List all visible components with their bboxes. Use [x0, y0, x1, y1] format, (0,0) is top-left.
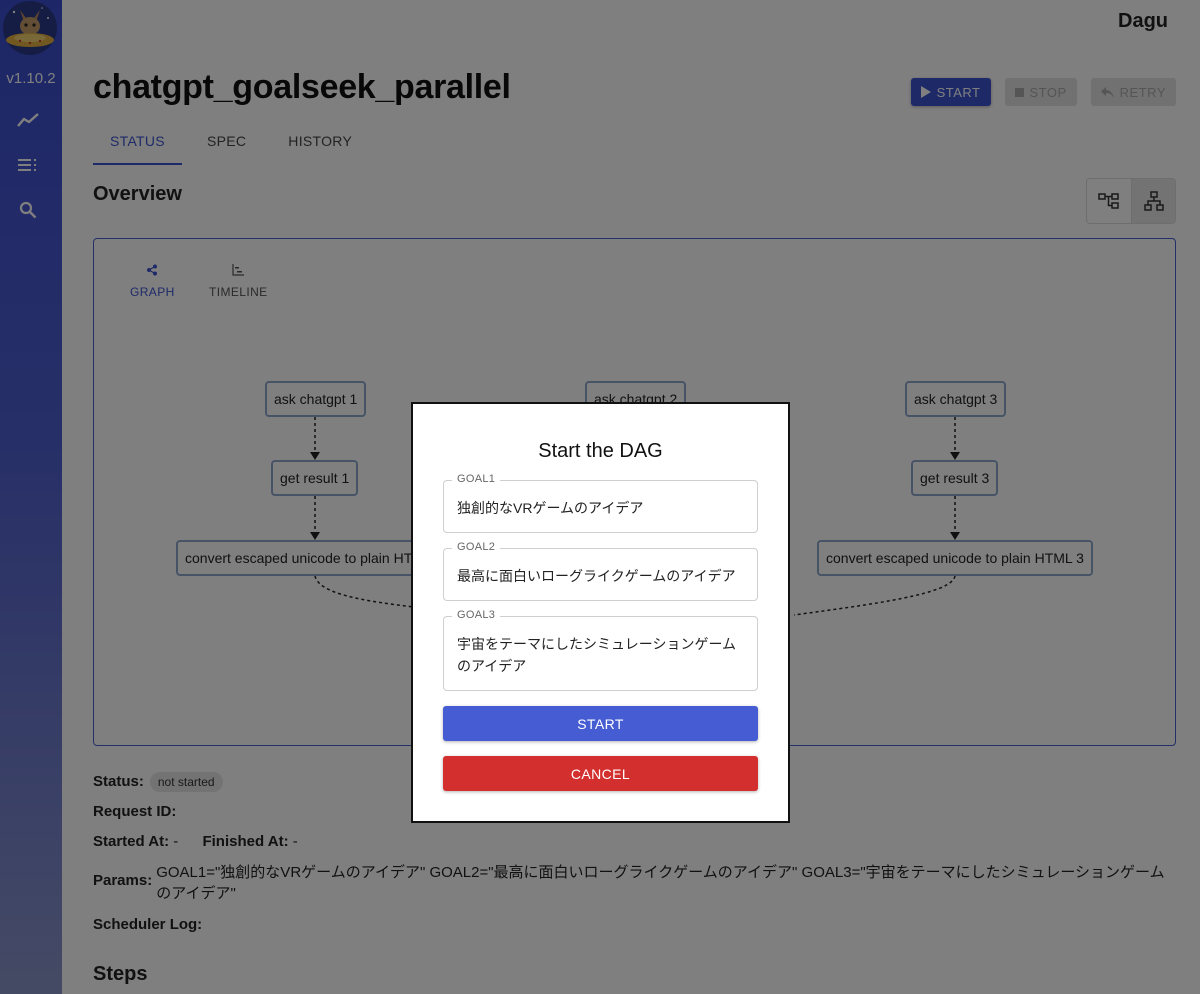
goal1-field[interactable]: GOAL1 独創的なVRゲームのアイデア: [443, 473, 758, 533]
goal1-label: GOAL1: [452, 473, 501, 485]
goal3-label: GOAL3: [452, 609, 501, 621]
dialog-cancel-button[interactable]: CANCEL: [443, 756, 758, 791]
goal3-value[interactable]: 宇宙をテーマにしたシミュレーションゲームのアイデア: [444, 617, 757, 677]
goal2-label: GOAL2: [452, 541, 501, 553]
start-dag-dialog: Start the DAG GOAL1 独創的なVRゲームのアイデア GOAL2…: [411, 402, 790, 823]
goal2-field[interactable]: GOAL2 最高に面白いローグライクゲームのアイデア: [443, 541, 758, 601]
goal2-value[interactable]: 最高に面白いローグライクゲームのアイデア: [444, 549, 757, 587]
dialog-title: Start the DAG: [538, 440, 663, 462]
dialog-start-button[interactable]: START: [443, 706, 758, 741]
goal1-value[interactable]: 独創的なVRゲームのアイデア: [444, 481, 757, 519]
goal3-field[interactable]: GOAL3 宇宙をテーマにしたシミュレーションゲームのアイデア: [443, 609, 758, 691]
